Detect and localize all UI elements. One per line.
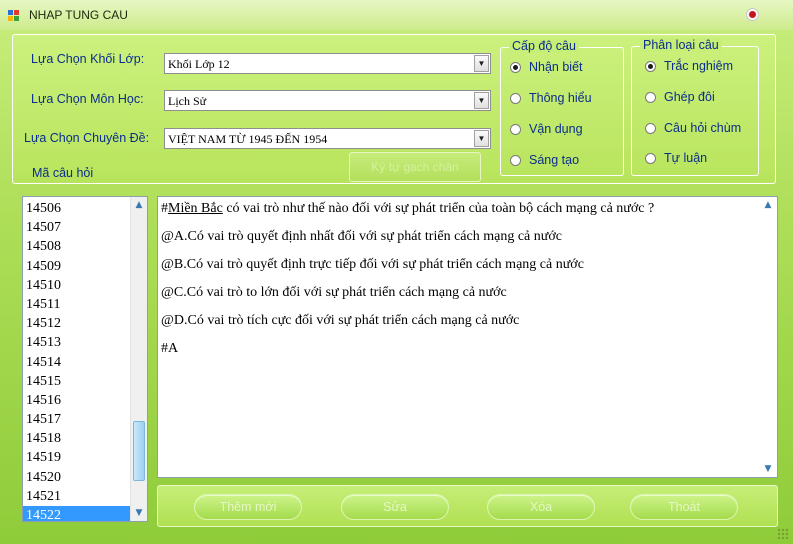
radio-cau-hoi-chum[interactable]: Câu hỏi chùm [645,121,741,135]
question-prefix: # [161,201,168,216]
radio-sang-tao[interactable]: Sáng tạo [510,153,579,167]
question-line: #Miền Bắc có vai trò như thế nào đối với… [161,201,757,229]
list-item[interactable]: 14511 [23,295,130,314]
scroll-up-icon[interactable]: ▲ [131,197,147,213]
chevron-down-icon[interactable]: ▼ [474,92,489,109]
radio-dot [645,152,656,164]
delete-button[interactable]: Xóa [487,494,595,520]
edit-button[interactable]: Sửa [341,494,449,520]
ma-cau-hoi-label: Mã câu hỏi [32,166,94,180]
answer-line: @D.Có vai trò tích cực đối với sự phát t… [161,313,520,328]
radio-dot [510,61,521,73]
radio-dot [645,122,656,134]
app-icon [8,10,20,22]
list-item[interactable]: 14514 [23,353,130,372]
chuyen-de-select[interactable]: VIỆT NAM TỪ 1945 ĐẾN 1954 ▼ [164,128,491,149]
mon-hoc-label: Lựa Chọn Môn Học: [31,92,144,106]
list-item[interactable]: 14517 [23,410,130,429]
list-items: 14506 14507 14508 14509 14510 14511 14512 14513… [23,199,130,521]
list-item[interactable]: 14522 [23,506,130,521]
title-bar: NHAP TUNG CAU [0,0,793,30]
question-code-list[interactable]: 14506 14507 14508 14509 14510 14511 14512 14513… [22,196,148,522]
list-item[interactable]: 14509 [23,257,130,276]
text-scrollbar[interactable]: ▲ ▼ [760,197,777,477]
radio-label: Thông hiểu [529,91,592,105]
radio-thong-hieu[interactable]: Thông hiểu [510,91,592,105]
question-rest: có vai trò như thế nào đối với sự phát t… [222,201,655,216]
radio-dot [510,154,521,166]
list-item[interactable]: 14507 [23,218,130,237]
radio-dot [510,123,521,135]
chuyen-de-label: Lựa Chọn Chuyên Đề: [24,131,150,145]
list-item[interactable]: 14516 [23,391,130,410]
list-item[interactable]: 14512 [23,314,130,333]
resize-grip[interactable] [777,528,789,540]
question-lines: #Miền Bắc có vai trò như thế nào đối với… [161,201,757,369]
mon-hoc-value: Lịch Sử [168,94,207,108]
exit-button[interactable]: Thoát [630,494,738,520]
answer-line: #A [161,341,179,356]
cap-do-legend: Cấp độ câu [509,39,579,53]
question-text-area[interactable]: #Miền Bắc có vai trò như thế nào đối với… [157,196,778,478]
list-item[interactable]: 14520 [23,468,130,487]
list-item[interactable]: 14513 [23,333,130,352]
window-title: NHAP TUNG CAU [29,8,128,22]
scroll-down-icon[interactable]: ▼ [131,505,147,521]
radio-tu-luan[interactable]: Tự luận [645,151,707,165]
radio-label: Nhận biết [529,60,583,74]
add-button[interactable]: Thêm mới [194,494,302,520]
underlined-word: Miền Bắc [168,201,223,216]
radio-label: Câu hỏi chùm [664,121,742,135]
radio-label: Sáng tạo [529,153,580,167]
chevron-down-icon[interactable]: ▼ [474,55,489,72]
radio-trac-nghiem[interactable]: Trắc nghiệm [645,59,733,73]
list-item[interactable]: 14510 [23,276,130,295]
khoi-lop-value: Khối Lớp 12 [168,57,230,71]
list-scrollbar[interactable]: ▲ ▼ [130,197,147,521]
scroll-down-icon[interactable]: ▼ [760,461,776,477]
scroll-up-icon[interactable]: ▲ [760,197,776,213]
radio-nhan-biet[interactable]: Nhận biết [510,60,583,74]
chuyen-de-value: VIỆT NAM TỪ 1945 ĐẾN 1954 [168,132,328,146]
scroll-thumb[interactable] [133,421,145,481]
phan-loai-legend: Phân loại câu [640,38,722,52]
list-item[interactable]: 14506 [23,199,130,218]
close-icon[interactable] [746,8,759,21]
radio-van-dung[interactable]: Vận dụng [510,122,583,136]
action-panel: Thêm mới Sửa Xóa Thoát [157,485,778,527]
radio-ghep-doi[interactable]: Ghép đôi [645,90,715,104]
list-item[interactable]: 14508 [23,237,130,256]
radio-label: Tự luận [664,151,708,165]
radio-dot [645,60,656,72]
list-item[interactable]: 14519 [23,448,130,467]
khoi-lop-select[interactable]: Khối Lớp 12 ▼ [164,53,491,74]
khoi-lop-label: Lựa Chọn Khối Lớp: [31,52,145,66]
list-item[interactable]: 14521 [23,487,130,506]
list-item[interactable]: 14518 [23,429,130,448]
radio-dot [645,91,656,103]
underline-char-button[interactable]: Ký tự gạch chân [349,152,481,182]
radio-label: Trắc nghiệm [664,59,734,73]
answer-line: @A.Có vai trò quyết định nhất đối với sự… [161,229,562,244]
radio-label: Vận dụng [529,122,583,136]
list-item[interactable]: 14515 [23,372,130,391]
answer-line: @C.Có vai trò to lớn đối với sự phát tri… [161,285,507,300]
mon-hoc-select[interactable]: Lịch Sử ▼ [164,90,491,111]
radio-dot [510,92,521,104]
radio-label: Ghép đôi [664,90,715,104]
chevron-down-icon[interactable]: ▼ [474,130,489,147]
answer-line: @B.Có vai trò quyết định trực tiếp đối v… [161,257,584,272]
